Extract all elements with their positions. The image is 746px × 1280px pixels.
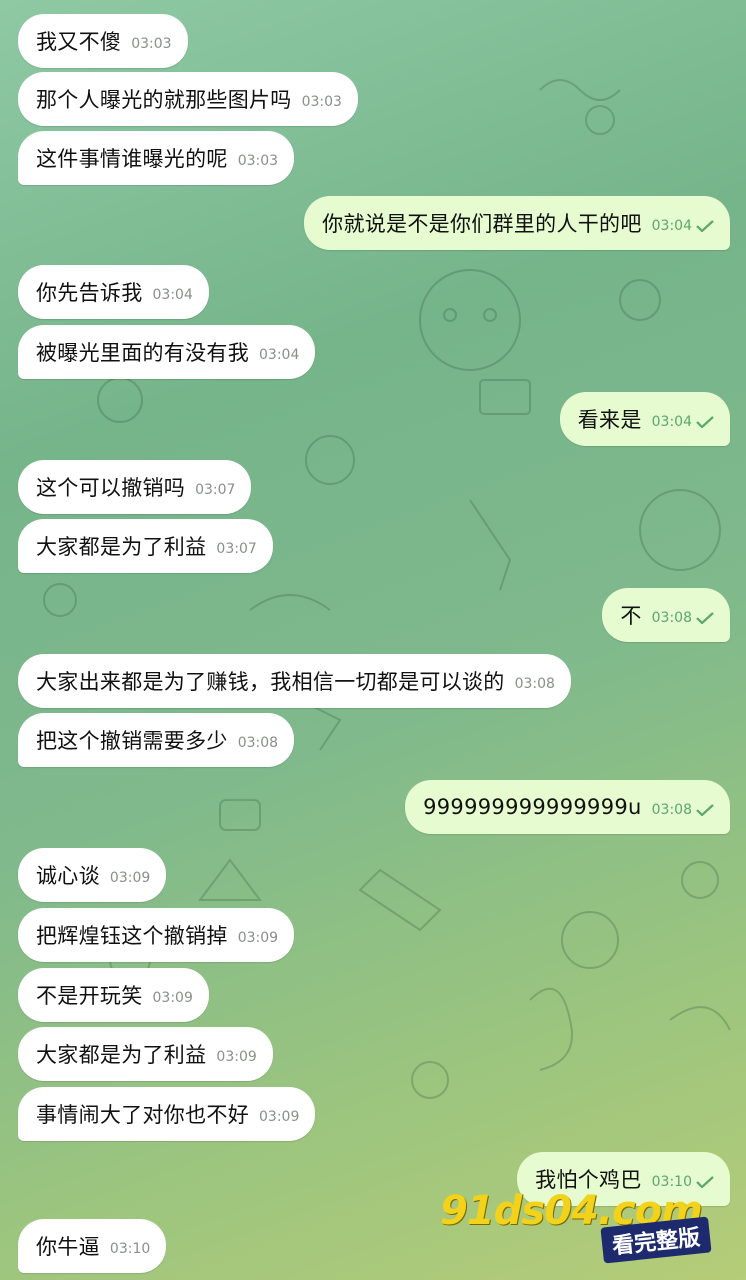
message-time: 03:04 — [651, 414, 692, 430]
outgoing-message[interactable]: 看来是 03:04 — [559, 392, 730, 446]
outgoing-message[interactable]: 999999999999999u 03:08 — [405, 780, 730, 834]
message-time: 03:07 — [195, 482, 236, 498]
message-text: 诚心谈 — [36, 864, 100, 888]
message-text: 你先告诉我 — [36, 281, 143, 305]
watermark: 91ds04.com 看完整版 — [440, 1188, 712, 1264]
incoming-message[interactable]: 这个可以撤销吗 03:07 — [18, 460, 252, 514]
message-time: 03:08 — [514, 676, 555, 692]
message-text: 999999999999999u — [423, 795, 642, 819]
incoming-message[interactable]: 把辉煌钰这个撤销掉 03:09 — [18, 908, 295, 962]
message-time: 03:08 — [651, 610, 692, 626]
message-time: 03:09 — [237, 930, 279, 946]
message-text: 被曝光里面的有没有我 — [36, 341, 249, 365]
incoming-message[interactable]: 大家都是为了利益 03:07 — [18, 519, 273, 573]
message-time: 03:08 — [237, 735, 279, 751]
incoming-message[interactable]: 大家都是为了利益 03:09 — [18, 1027, 273, 1081]
read-check-icon — [696, 1176, 714, 1188]
message-text: 大家出来都是为了赚钱，我相信一切都是可以谈的 — [36, 670, 505, 694]
message-text: 把这个撤销需要多少 — [36, 729, 228, 753]
message-text: 这件事情谁曝光的呢 — [36, 147, 228, 171]
message-time: 03:09 — [259, 1109, 300, 1125]
message-text: 把辉煌钰这个撤销掉 — [36, 924, 228, 948]
incoming-message[interactable]: 诚心谈 03:09 — [18, 848, 167, 902]
incoming-message[interactable]: 不是开玩笑 03:09 — [18, 968, 209, 1022]
message-time: 03:09 — [152, 990, 193, 1006]
outgoing-message[interactable]: 不 03:08 — [602, 588, 730, 642]
read-check-icon — [696, 804, 714, 816]
message-text: 看来是 — [577, 408, 642, 432]
message-time: 03:09 — [109, 870, 151, 886]
message-time: 03:04 — [152, 287, 193, 303]
message-text: 大家都是为了利益 — [36, 535, 207, 559]
read-check-icon — [696, 220, 714, 232]
message-time: 03:03 — [237, 153, 279, 169]
incoming-message[interactable]: 大家出来都是为了赚钱，我相信一切都是可以谈的 03:08 — [18, 654, 571, 708]
message-text: 你牛逼 — [36, 1235, 100, 1259]
incoming-message[interactable]: 那个人曝光的就那些图片吗 03:03 — [18, 72, 358, 126]
message-text: 事情闹大了对你也不好 — [36, 1103, 249, 1127]
message-time: 03:04 — [651, 218, 692, 234]
read-check-icon — [696, 612, 714, 624]
message-text: 大家都是为了利益 — [36, 1043, 207, 1067]
incoming-message[interactable]: 我又不傻 03:03 — [18, 14, 188, 68]
incoming-message[interactable]: 你先告诉我 03:04 — [18, 265, 209, 319]
message-text: 你就说是不是你们群里的人干的吧 — [322, 212, 642, 236]
incoming-message[interactable]: 被曝光里面的有没有我 03:04 — [18, 325, 316, 379]
message-time: 03:04 — [259, 347, 300, 363]
message-time: 03:03 — [131, 36, 172, 52]
message-text: 不 — [620, 604, 642, 628]
message-text: 不是开玩笑 — [36, 984, 143, 1008]
message-text: 这个可以撤销吗 — [36, 476, 186, 500]
message-time: 03:03 — [301, 94, 342, 110]
message-time: 03:07 — [216, 541, 257, 557]
incoming-message[interactable]: 事情闹大了对你也不好 03:09 — [18, 1087, 316, 1141]
incoming-message[interactable]: 你牛逼 03:10 — [18, 1219, 167, 1273]
message-time: 03:08 — [651, 802, 692, 818]
outgoing-message[interactable]: 你就说是不是你们群里的人干的吧 03:04 — [304, 196, 730, 250]
message-time: 03:10 — [109, 1241, 151, 1257]
message-text: 我又不傻 — [36, 30, 122, 54]
read-check-icon — [696, 416, 714, 428]
message-time: 03:09 — [216, 1049, 257, 1065]
incoming-message[interactable]: 这件事情谁曝光的呢 03:03 — [18, 131, 295, 185]
incoming-message[interactable]: 把这个撤销需要多少 03:08 — [18, 713, 295, 767]
message-text: 那个人曝光的就那些图片吗 — [36, 88, 292, 112]
